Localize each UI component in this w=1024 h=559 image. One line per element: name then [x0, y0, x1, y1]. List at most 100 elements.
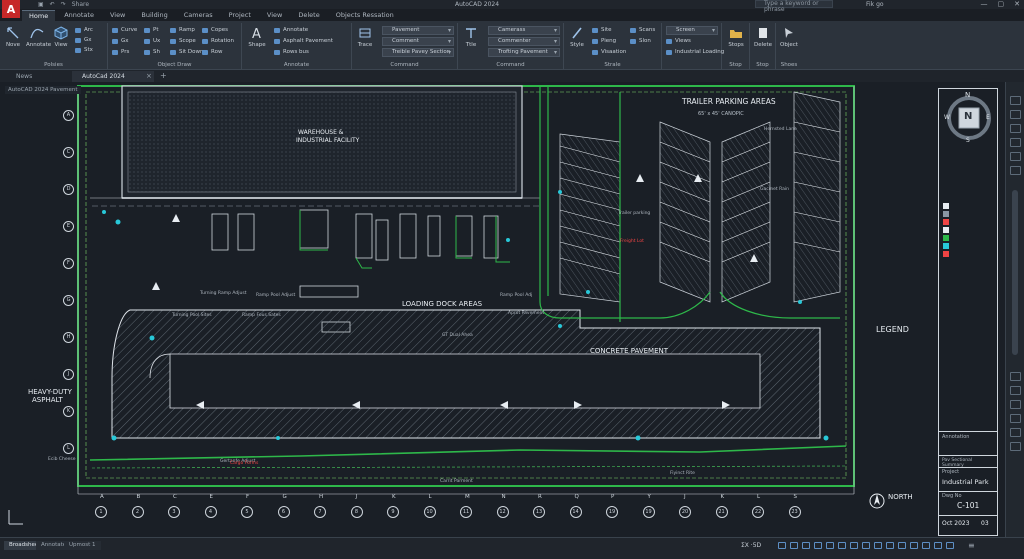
snap-toggle-icon[interactable]: [790, 542, 798, 549]
app-logo[interactable]: A: [2, 0, 20, 18]
palette-button[interactable]: [1010, 166, 1021, 175]
object-button[interactable]: Object: [778, 26, 800, 48]
views-button[interactable]: Views: [666, 37, 691, 46]
palette-button[interactable]: [1010, 138, 1021, 147]
comment-dropdown[interactable]: Comment: [382, 37, 454, 46]
tab-delete[interactable]: Delete: [291, 10, 326, 21]
annotate-button[interactable]: Annotate: [26, 26, 51, 48]
trofting-pavement-dropdown[interactable]: Trofting Pavement: [488, 48, 560, 57]
row-button[interactable]: Row: [202, 48, 222, 57]
gx-button[interactable]: Gx: [75, 36, 92, 45]
palette-button[interactable]: [1010, 414, 1021, 423]
pavement-dropdown[interactable]: Pavement: [382, 26, 454, 35]
copes-button[interactable]: Copes: [202, 26, 228, 35]
sit-down-button[interactable]: Sit Down: [170, 48, 204, 57]
transparency-toggle-icon[interactable]: [862, 542, 870, 549]
close-icon[interactable]: ✕: [1014, 0, 1020, 9]
polar-toggle-icon[interactable]: [814, 542, 822, 549]
rotation-button[interactable]: Rotation: [202, 37, 234, 46]
rows-bus-button[interactable]: Rows bus: [274, 48, 309, 57]
selection-cycle-icon[interactable]: [874, 542, 882, 549]
shape-button[interactable]: A Shape: [246, 26, 268, 48]
arc-button[interactable]: Arc: [75, 26, 93, 35]
tab-project[interactable]: Project: [222, 10, 258, 21]
sh-button[interactable]: Sh: [144, 48, 160, 57]
cameras-dropdown[interactable]: Camerass: [488, 26, 560, 35]
tab-home[interactable]: Home: [22, 10, 56, 21]
minimize-icon[interactable]: —: [981, 0, 988, 9]
annotate-small-button[interactable]: Annotate: [274, 26, 308, 35]
maximize-icon[interactable]: ▢: [998, 0, 1005, 9]
curve-button[interactable]: Curve: [112, 26, 137, 35]
tab-view[interactable]: View: [103, 10, 132, 21]
pieng-button[interactable]: Pieng: [592, 37, 616, 46]
user-name[interactable]: Fik go: [866, 0, 884, 9]
tab-objects[interactable]: Objects Ressation: [329, 10, 401, 21]
isolate-icon[interactable]: [922, 542, 930, 549]
screen-dropdown[interactable]: Screen: [666, 26, 718, 35]
title-button[interactable]: Ttle: [460, 26, 482, 48]
trace-icon: [359, 28, 371, 38]
palette-scrollbar[interactable]: [1012, 190, 1018, 355]
delete-button[interactable]: Delete: [752, 26, 774, 48]
doc-tab-news[interactable]: News: [6, 71, 42, 82]
palette-button[interactable]: [1010, 372, 1021, 381]
doc-tab-active[interactable]: AutoCad 2024: [72, 71, 154, 82]
stops-button[interactable]: Stops: [725, 26, 747, 48]
stx-button[interactable]: Stx: [75, 46, 93, 55]
move-button[interactable]: Nove: [2, 26, 24, 48]
slon-button[interactable]: Slon: [630, 37, 651, 46]
prs-button[interactable]: Prs: [112, 48, 129, 57]
palette-button[interactable]: [1010, 96, 1021, 105]
tab-annotate[interactable]: Annotate: [57, 10, 101, 21]
ortho-toggle-icon[interactable]: [802, 542, 810, 549]
layout-tab[interactable]: Upmost 1: [64, 541, 101, 550]
style-button[interactable]: Style: [566, 26, 588, 48]
site-button[interactable]: Site: [592, 26, 612, 35]
workspace-icon[interactable]: [898, 542, 906, 549]
tab-building[interactable]: Building: [134, 10, 174, 21]
view-button[interactable]: View: [50, 26, 72, 48]
visaation-button[interactable]: Visaation: [592, 48, 626, 57]
hardware-accel-icon[interactable]: [934, 542, 942, 549]
palette-button[interactable]: [1010, 110, 1021, 119]
tab-view-2[interactable]: View: [260, 10, 289, 21]
asphalt-pavement-button[interactable]: Asphalt Pavement: [274, 37, 333, 46]
palette-button[interactable]: [1010, 428, 1021, 437]
grid-toggle-icon[interactable]: [778, 542, 786, 549]
commenter-dropdown[interactable]: Commenter: [488, 37, 560, 46]
ux-button[interactable]: Ux: [144, 37, 160, 46]
undo-icon[interactable]: ↶: [50, 1, 55, 8]
viewport-label[interactable]: AutoCAD 2024 Pavement: [5, 86, 81, 94]
palette-button[interactable]: [1010, 152, 1021, 161]
industrial-loading-button[interactable]: Industrial Loading: [666, 48, 724, 57]
close-tab-icon[interactable]: ×: [146, 72, 152, 80]
ramp-button[interactable]: Ramp: [170, 26, 195, 35]
lineweight-toggle-icon[interactable]: [850, 542, 858, 549]
scans-button[interactable]: Scans: [630, 26, 655, 35]
gx2-button[interactable]: Gx: [112, 37, 129, 46]
palette-button[interactable]: [1010, 124, 1021, 133]
clean-screen-icon[interactable]: [946, 542, 954, 549]
redo-icon[interactable]: ↷: [61, 1, 66, 8]
save-icon[interactable]: ▣: [38, 1, 44, 8]
share-button[interactable]: Share: [72, 1, 89, 8]
ribbon-group-stop-2: Delete Stop: [750, 23, 776, 69]
osnap-toggle-icon[interactable]: [826, 542, 834, 549]
search-input[interactable]: Type a keyword or phrase: [755, 0, 833, 13]
annotation-scale-icon[interactable]: [886, 542, 894, 549]
otrack-toggle-icon[interactable]: [838, 542, 846, 549]
units-icon[interactable]: [910, 542, 918, 549]
palette-button[interactable]: [1010, 400, 1021, 409]
drawing-canvas[interactable]: AutoCAD 2024 Pavement WAREHOUSE & INDUST…: [0, 82, 1005, 537]
customize-menu-icon[interactable]: ≡: [968, 541, 975, 550]
tab-cameras[interactable]: Cameras: [177, 10, 220, 21]
palette-button[interactable]: [1010, 442, 1021, 451]
new-tab-icon[interactable]: +: [160, 71, 167, 80]
trace-button[interactable]: Trace: [354, 26, 376, 48]
scope-button[interactable]: Scope: [170, 37, 196, 46]
pt-button[interactable]: Pt: [144, 26, 158, 35]
palette-button[interactable]: [1010, 386, 1021, 395]
model-space-indicator[interactable]: ΣX ·5D: [741, 542, 761, 549]
pavey-section-dropdown[interactable]: Treible Pavey Section: [382, 48, 454, 57]
